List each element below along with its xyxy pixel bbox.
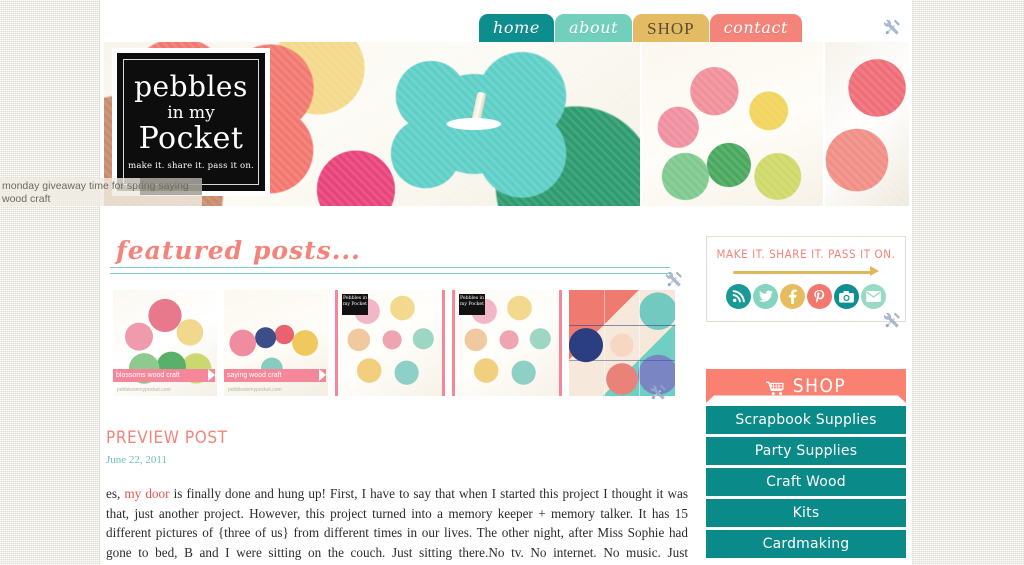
blog-post: PREVIEW POST June 22, 2011 es, my door i… [106, 428, 688, 565]
shop-menu-label: Craft Wood [766, 474, 846, 490]
nav-tab-shop[interactable]: SHOP [633, 14, 709, 42]
nav-tab-contact[interactable]: contact [709, 14, 803, 42]
post-body-text: is finally done and hung up! First, I ha… [106, 486, 688, 565]
widget-edit-icon-sidebar[interactable] [884, 311, 902, 329]
post-body: es, my door is finally done and hung up!… [106, 484, 688, 565]
pinterest-icon[interactable] [807, 284, 832, 309]
logo-line-3: Pocket [138, 120, 244, 156]
shop-menu-item-cardmaking[interactable]: Cardmaking [706, 530, 906, 558]
nav-tab-shop-label: SHOP [647, 18, 695, 38]
sidebar: MAKE IT. SHARE IT. PASS IT ON. SHOP Scra… [706, 236, 906, 558]
featured-thumb-patterned-paper[interactable] [569, 290, 675, 396]
shop-menu-item-party-supplies[interactable]: Party Supplies [706, 437, 906, 465]
featured-thumb-saying-wood-craft[interactable]: saying wood craft pebblesinmypocket.com [224, 290, 328, 396]
shop-menu-label: Scrapbook Supplies [735, 412, 877, 428]
logo-line-1: pebbles [134, 70, 248, 104]
featured-posts-thumbnails: blossoms wood craft pebblesinmypocket.co… [113, 290, 675, 396]
banner-photo-fabric-flowers [642, 42, 823, 206]
nav-tab-home-label: home [493, 18, 540, 37]
featured-thumb-blossoms-wood-craft[interactable]: blossoms wood craft pebblesinmypocket.co… [113, 290, 217, 396]
featured-thumb-spring-easter-1[interactable]: Pebbles in my Pocket [335, 290, 445, 396]
shop-menu-item-kits[interactable]: Kits [706, 499, 906, 527]
shopping-cart-icon [765, 379, 786, 395]
shop-menu-item-scrapbook-supplies[interactable]: Scrapbook Supplies [706, 406, 906, 434]
nav-tab-contact-label: contact [723, 18, 789, 37]
arrow-icon [733, 264, 879, 280]
site-logo[interactable]: pebbles in my Pocket make it. share it. … [112, 48, 270, 196]
widget-edit-icon-featured[interactable] [650, 383, 668, 401]
nav-tab-about-label: about [568, 18, 619, 37]
social-icon-row [715, 284, 897, 309]
featured-thumb-credit: pebblesinmypocket.com [228, 387, 282, 393]
camera-icon[interactable] [834, 284, 859, 309]
banner-photo-doilies [825, 42, 909, 206]
nav-tab-home[interactable]: home [479, 14, 554, 42]
thumb-brand-logo: Pebbles in my Pocket [459, 294, 485, 315]
featured-divider [110, 267, 670, 274]
shop-menu-label: Party Supplies [754, 443, 858, 459]
rss-icon[interactable] [726, 284, 751, 309]
widget-edit-icon-header[interactable] [884, 18, 902, 36]
thumb-brand-logo: Pebbles in my Pocket [342, 294, 368, 315]
shop-banner-label: SHOP [792, 375, 847, 397]
post-body-lead: es, [106, 486, 125, 501]
featured-thumb-caption: blossoms wood craft [113, 369, 215, 382]
post-body-link[interactable]: my door [124, 486, 169, 501]
post-date: June 22, 2011 [106, 454, 168, 466]
featured-posts-heading: featured posts... [116, 236, 361, 265]
shop-menu-label: Kits [792, 505, 820, 521]
email-icon[interactable] [861, 284, 886, 309]
hover-tooltip: monday giveaway time for spring saying w… [0, 178, 202, 206]
social-share-widget: MAKE IT. SHARE IT. PASS IT ON. [706, 236, 906, 322]
paper-grid-overlay [569, 290, 675, 396]
shop-banner[interactable]: SHOP [706, 369, 906, 403]
post-title: PREVIEW POST [106, 428, 228, 448]
shop-menu-label: Cardmaking [762, 536, 850, 552]
featured-thumb-caption: saying wood craft [224, 369, 326, 382]
featured-thumb-credit: pebblesinmypocket.com [117, 387, 171, 393]
featured-thumb-spring-easter-2[interactable]: Pebbles in my Pocket [452, 290, 562, 396]
social-widget-tagline: MAKE IT. SHARE IT. PASS IT ON. [716, 247, 896, 261]
twitter-icon[interactable] [753, 284, 778, 309]
shop-menu-item-craft-wood[interactable]: Craft Wood [706, 468, 906, 496]
facebook-icon[interactable] [780, 284, 805, 309]
nav-tab-about[interactable]: about [554, 14, 633, 42]
widget-edit-icon-social[interactable] [666, 270, 684, 288]
logo-tagline: make it. share it. pass it on. [128, 160, 254, 171]
featured-posts-section: featured posts... [110, 238, 670, 274]
main-navigation: home about SHOP contact [479, 14, 803, 42]
